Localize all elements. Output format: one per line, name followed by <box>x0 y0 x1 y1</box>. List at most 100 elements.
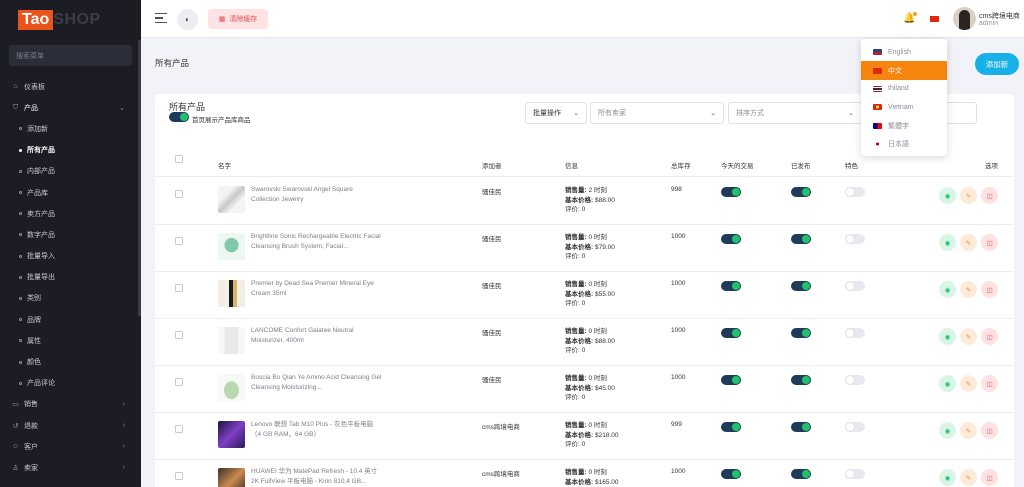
product-name[interactable]: Lenovo 联想 Tab M10 Plus - 灰色平板电脑（4 GB RAM… <box>251 420 383 440</box>
featured-toggle[interactable] <box>845 281 865 291</box>
delete-icon[interactable]: ◫ <box>981 469 998 486</box>
featured-toggle[interactable] <box>845 469 865 479</box>
published-toggle[interactable] <box>791 187 811 197</box>
sort-select[interactable]: 排序方式 ⌄ <box>728 102 862 124</box>
product-image[interactable] <box>218 280 245 307</box>
delete-icon[interactable]: ◫ <box>981 281 998 298</box>
product-image[interactable] <box>218 468 245 487</box>
sidebar-item-10[interactable]: 类别 <box>0 288 141 309</box>
sidebar-item-9[interactable]: 批量导出 <box>0 267 141 288</box>
row-checkbox[interactable] <box>175 378 183 386</box>
sidebar-item-8[interactable]: 批量导入 <box>0 246 141 267</box>
sidebar-item-17[interactable]: ☺ 客户 › <box>0 436 141 457</box>
avatar[interactable] <box>953 7 976 30</box>
featured-toggle[interactable] <box>845 187 865 197</box>
sidebar-item-7[interactable]: 数字产品 <box>0 224 141 245</box>
edit-icon[interactable]: ✎ <box>960 328 977 345</box>
product-image[interactable] <box>218 233 245 260</box>
featured-toggle[interactable] <box>845 375 865 385</box>
view-icon[interactable]: ◉ <box>939 328 956 345</box>
product-image[interactable] <box>218 186 245 213</box>
delete-icon[interactable]: ◫ <box>981 375 998 392</box>
sidebar-item-6[interactable]: 卖方产品 <box>0 203 141 224</box>
edit-icon[interactable]: ✎ <box>960 234 977 251</box>
sidebar-item-4[interactable]: 内部产品 <box>0 161 141 182</box>
row-checkbox[interactable] <box>175 425 183 433</box>
globe-icon[interactable]: ◐ <box>177 9 198 30</box>
today-deal-toggle[interactable] <box>721 375 741 385</box>
today-deal-toggle[interactable] <box>721 187 741 197</box>
published-toggle[interactable] <box>791 234 811 244</box>
today-deal-toggle[interactable] <box>721 469 741 479</box>
product-image[interactable] <box>218 327 245 354</box>
view-icon[interactable]: ◉ <box>939 469 956 486</box>
sidebar-item-1[interactable]: ⛉ 产品 ⌄ <box>0 97 141 118</box>
today-deal-toggle[interactable] <box>721 281 741 291</box>
language-option[interactable]: 日本語 <box>861 135 947 153</box>
published-toggle[interactable] <box>791 375 811 385</box>
sidebar-item-5[interactable]: 产品库 <box>0 182 141 203</box>
product-name[interactable]: Premier by Dead Sea Premier Mineral Eye … <box>251 279 383 299</box>
product-name[interactable]: Boscia Bo Qian Ye Amino Acid Cleansing G… <box>251 373 383 393</box>
cn-flag-icon[interactable] <box>930 16 939 22</box>
delete-icon[interactable]: ◫ <box>981 328 998 345</box>
select-all-checkbox[interactable] <box>175 155 183 163</box>
sidebar-item-0[interactable]: ⌂ 仪表板 <box>0 76 141 97</box>
bulk-action-dropdown[interactable]: 批量操作 ⌄ <box>525 102 587 124</box>
product-image[interactable] <box>218 374 245 401</box>
view-icon[interactable]: ◉ <box>939 187 956 204</box>
sidebar-item-11[interactable]: 品牌 <box>0 309 141 330</box>
edit-icon[interactable]: ✎ <box>960 281 977 298</box>
row-checkbox[interactable] <box>175 472 183 480</box>
show-library-toggle[interactable] <box>169 112 189 122</box>
edit-icon[interactable]: ✎ <box>960 422 977 439</box>
sidebar-item-2[interactable]: 添加新 <box>0 118 141 139</box>
sidebar-item-3[interactable]: 所有产品 <box>0 140 141 161</box>
view-icon[interactable]: ◉ <box>939 375 956 392</box>
clear-cache-button[interactable]: ▦ 清除缓存 <box>208 9 268 29</box>
delete-icon[interactable]: ◫ <box>981 187 998 204</box>
sidebar-item-15[interactable]: ▭ 销售 › <box>0 394 141 415</box>
published-toggle[interactable] <box>791 281 811 291</box>
row-checkbox[interactable] <box>175 284 183 292</box>
featured-toggle[interactable] <box>845 234 865 244</box>
view-icon[interactable]: ◉ <box>939 234 956 251</box>
sidebar-item-16[interactable]: ↺ 退款 › <box>0 415 141 436</box>
published-toggle[interactable] <box>791 469 811 479</box>
sidebar-item-14[interactable]: 产品评论 <box>0 373 141 394</box>
bell-icon[interactable]: 🔔 <box>903 12 918 24</box>
published-toggle[interactable] <box>791 328 811 338</box>
today-deal-toggle[interactable] <box>721 328 741 338</box>
sidebar-item-12[interactable]: 属性 <box>0 330 141 351</box>
edit-icon[interactable]: ✎ <box>960 187 977 204</box>
logo[interactable]: Tao SHOP <box>0 0 141 40</box>
product-name[interactable]: Brightline Sonic Rechargeable Electric F… <box>251 232 383 252</box>
view-icon[interactable]: ◉ <box>939 281 956 298</box>
featured-toggle[interactable] <box>845 328 865 338</box>
seller-select[interactable]: 所有卖家 ⌄ <box>590 102 724 124</box>
add-new-button[interactable]: 添加新 <box>975 53 1019 75</box>
today-deal-toggle[interactable] <box>721 234 741 244</box>
product-name[interactable]: HUAWEI 华为 MatePad Refresh - 10.4 英寸 2K F… <box>251 467 383 487</box>
menu-toggle-icon[interactable] <box>155 13 167 26</box>
sidebar-item-18[interactable]: ♙ 卖家 › <box>0 457 141 478</box>
edit-icon[interactable]: ✎ <box>960 375 977 392</box>
row-checkbox[interactable] <box>175 190 183 198</box>
sidebar-search-input[interactable]: 搜索菜单 <box>9 45 132 66</box>
product-name[interactable]: Swarovski Swarovski Angel Square Collect… <box>251 185 383 205</box>
row-checkbox[interactable] <box>175 237 183 245</box>
sidebar-item-13[interactable]: 颜色 <box>0 351 141 372</box>
language-option[interactable]: English <box>861 43 947 61</box>
language-option[interactable]: 中文 <box>861 61 947 80</box>
delete-icon[interactable]: ◫ <box>981 234 998 251</box>
language-option[interactable]: Vietnam <box>861 98 947 116</box>
language-option[interactable]: 繁體字 <box>861 117 947 135</box>
today-deal-toggle[interactable] <box>721 422 741 432</box>
product-name[interactable]: LANCOME Confort Galatee Neutral Moisturi… <box>251 326 383 346</box>
featured-toggle[interactable] <box>845 422 865 432</box>
edit-icon[interactable]: ✎ <box>960 469 977 486</box>
language-option[interactable]: thiland <box>861 80 947 98</box>
delete-icon[interactable]: ◫ <box>981 422 998 439</box>
published-toggle[interactable] <box>791 422 811 432</box>
row-checkbox[interactable] <box>175 331 183 339</box>
